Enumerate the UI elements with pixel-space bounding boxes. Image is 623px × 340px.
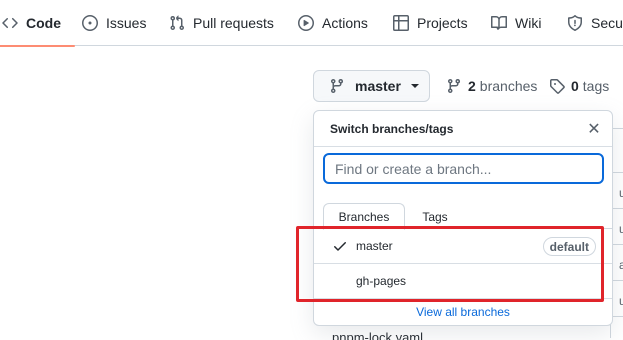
branch-select-button[interactable]: master (313, 70, 430, 102)
tab-code[interactable]: Code (0, 0, 75, 47)
table-icon (393, 15, 409, 31)
branches-label: branches (479, 78, 538, 94)
tab-security[interactable]: Secur (567, 0, 623, 46)
branch-filter-input[interactable] (323, 153, 604, 184)
tab-actions[interactable]: Actions (298, 0, 368, 46)
git-branch-icon (448, 78, 460, 94)
tab-code-label: Code (26, 15, 61, 31)
caret-down-icon (410, 84, 419, 88)
tab-issues-label: Issues (106, 15, 147, 31)
branch-item-gh-pages[interactable]: gh-pages (314, 264, 612, 298)
tab-wiki[interactable]: Wiki (491, 0, 541, 46)
branch-item-label: master (356, 239, 393, 253)
tab-pull-requests-label: Pull requests (193, 15, 274, 31)
tab-projects-label: Projects (417, 15, 468, 31)
repo-nav: Code Issues Pull requests Actions Projec… (0, 0, 623, 47)
tab-projects[interactable]: Projects (393, 0, 468, 46)
check-placeholder (332, 273, 348, 289)
tags-label: tags (582, 78, 610, 94)
file-row-fragment: u (619, 222, 623, 236)
tab-actions-label: Actions (322, 15, 368, 31)
branches-link[interactable]: 2 branches (446, 76, 537, 96)
branch-select-label: master (355, 78, 401, 94)
tag-icon (550, 79, 565, 94)
check-icon (334, 242, 346, 251)
book-icon (491, 15, 507, 30)
tab-security-label: Secur (591, 15, 623, 31)
tags-count: 0 (571, 78, 579, 94)
file-row-fragment: a (619, 258, 623, 272)
file-row-fragment: u (619, 294, 623, 308)
item-divider (314, 298, 612, 299)
file-name[interactable]: pnpm-lock.yaml (332, 330, 423, 340)
tab-tags[interactable]: Tags (414, 203, 456, 230)
default-badge: default (542, 237, 596, 256)
branch-item-master[interactable]: master default (314, 229, 612, 263)
tab-wiki-label: Wiki (515, 15, 542, 31)
shield-icon (568, 15, 582, 31)
dropdown-tabs: Branches Tags (314, 199, 612, 230)
tab-branches[interactable]: Branches (323, 203, 405, 230)
dropdown-header: Switch branches/tags (314, 111, 612, 147)
dropdown-title: Switch branches/tags (330, 121, 454, 136)
issue-icon (82, 15, 98, 31)
branch-item-label: gh-pages (356, 274, 407, 288)
code-icon (2, 17, 18, 29)
branches-count: 2 (468, 78, 476, 94)
play-icon (298, 15, 314, 31)
pull-request-icon (170, 15, 184, 31)
branch-dropdown: Switch branches/tags ✕ Branches Tags mas… (313, 110, 613, 326)
view-all-branches-link[interactable]: View all branches (314, 301, 612, 323)
git-branch-icon (331, 78, 343, 94)
close-icon[interactable]: ✕ (584, 119, 604, 139)
tab-issues[interactable]: Issues (82, 0, 146, 46)
tags-link[interactable]: 0 tags (549, 76, 609, 96)
file-row-fragment: u (619, 186, 623, 200)
tab-pull-requests[interactable]: Pull requests (169, 0, 274, 46)
